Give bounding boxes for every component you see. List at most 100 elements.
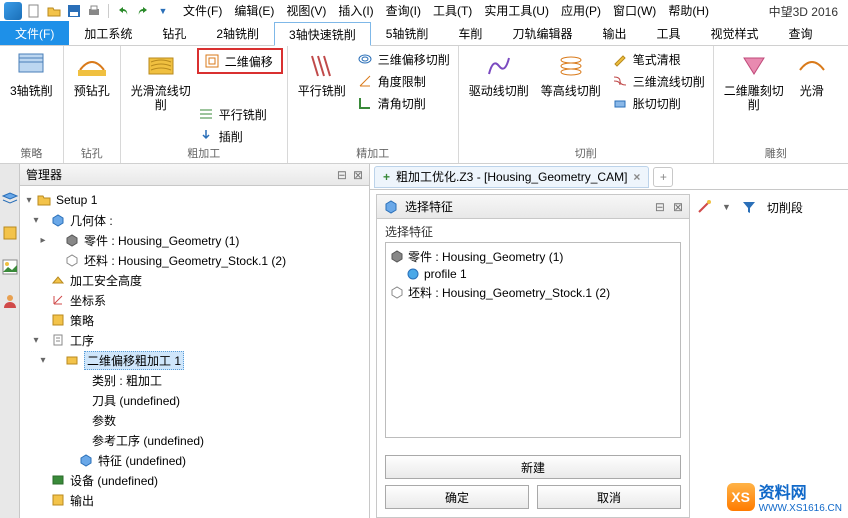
feature-part[interactable]: 零件 : Housing_Geometry (1) bbox=[390, 247, 676, 265]
btn-2d-offset[interactable]: 二维偏移 bbox=[199, 50, 277, 72]
tree-feature[interactable]: 特征 (undefined) bbox=[22, 450, 367, 470]
flow3d-icon bbox=[611, 72, 629, 90]
tree-stock[interactable]: 坯料 : Housing_Geometry_Stock.1 (2) bbox=[22, 250, 367, 270]
feature-stock[interactable]: 坯料 : Housing_Geometry_Stock.1 (2) bbox=[390, 283, 676, 301]
tab-output[interactable]: 输出 bbox=[587, 21, 641, 45]
drive-curve-icon bbox=[483, 50, 515, 82]
tree-operations[interactable]: ▾工序 bbox=[22, 330, 367, 350]
filter-icon[interactable] bbox=[741, 199, 757, 215]
btn-smooth-flow[interactable]: 光滑流线切削 bbox=[125, 48, 197, 114]
btn-3axis-mill[interactable]: 3轴铣削 bbox=[4, 48, 59, 100]
tab-drilling[interactable]: 钻孔 bbox=[147, 21, 201, 45]
tree-csys[interactable]: 坐标系 bbox=[22, 290, 367, 310]
panel-close-icon[interactable]: ⊠ bbox=[353, 168, 363, 182]
menu-tools[interactable]: 工具(T) bbox=[427, 0, 478, 22]
tab-3axis-quick[interactable]: 3轴快速铣削 bbox=[274, 22, 371, 46]
tab-toolpath-editor[interactable]: 刀轨编辑器 bbox=[497, 21, 587, 45]
panel-minimize-icon[interactable]: ⊟ bbox=[337, 168, 347, 182]
feature-list[interactable]: 零件 : Housing_Geometry (1) profile 1 坯料 :… bbox=[385, 242, 681, 438]
tree-part[interactable]: ▸零件 : Housing_Geometry (1) bbox=[22, 230, 367, 250]
menu-file[interactable]: 文件(F) bbox=[177, 0, 228, 22]
btn-corner-clear[interactable]: 清角切削 bbox=[352, 92, 454, 114]
watermark-badge-icon: XS bbox=[727, 483, 755, 511]
tab-visual-style[interactable]: 视觉样式 bbox=[695, 21, 773, 45]
tab-5axis[interactable]: 5轴铣削 bbox=[371, 21, 444, 45]
redo-icon[interactable] bbox=[135, 3, 151, 19]
btn-parallel-finish[interactable]: 平行铣削 bbox=[292, 48, 352, 100]
dialog-close-icon[interactable]: ⊠ bbox=[673, 200, 683, 214]
btn-pencil[interactable]: 笔式清根 bbox=[607, 48, 709, 70]
btn-3d-offset[interactable]: 三维偏移切削 bbox=[352, 48, 454, 70]
btn-contour[interactable]: 等高线切削 bbox=[535, 48, 607, 100]
tree-strategy[interactable]: 策略 bbox=[22, 310, 367, 330]
btn-predrill[interactable]: 预钻孔 bbox=[68, 48, 116, 100]
print-icon[interactable] bbox=[86, 3, 102, 19]
dock-image-icon[interactable] bbox=[1, 258, 19, 276]
menus: 文件(F) 编辑(E) 视图(V) 插入(I) 查询(I) 工具(T) 实用工具… bbox=[177, 0, 715, 22]
btn-parallel-mill[interactable]: 平行铣削 bbox=[193, 103, 271, 125]
btn-2d-engrave[interactable]: 二维雕刻切削 bbox=[718, 48, 790, 114]
open-icon[interactable] bbox=[46, 3, 62, 19]
feature-profile[interactable]: profile 1 bbox=[390, 265, 676, 283]
tree-op-2d-offset[interactable]: ▾二维偏移粗加工 1 bbox=[22, 350, 367, 370]
qat-dropdown-icon[interactable]: ▼ bbox=[155, 3, 171, 19]
tree-category[interactable]: 类别 : 粗加工 bbox=[22, 370, 367, 390]
side-pane: ▼ 切削段 XS 资料网 WWW.XS1616.CN bbox=[690, 190, 848, 518]
dock-box-icon[interactable] bbox=[1, 224, 19, 242]
menu-utility[interactable]: 实用工具(U) bbox=[478, 0, 555, 22]
new-icon[interactable] bbox=[26, 3, 42, 19]
btn-smooth[interactable]: 光滑 bbox=[790, 48, 834, 100]
document-tab[interactable]: + 粗加工优化.Z3 - [Housing_Geometry_CAM] × bbox=[374, 166, 649, 188]
undo-icon[interactable] bbox=[115, 3, 131, 19]
corner-icon bbox=[356, 94, 374, 112]
btn-plunge[interactable]: 插削 bbox=[193, 125, 271, 147]
tree-output[interactable]: 输出 bbox=[22, 490, 367, 510]
tree-geometry[interactable]: ▾几何体 : bbox=[22, 210, 367, 230]
btn-rest-cut[interactable]: 胀切切削 bbox=[607, 92, 709, 114]
tree-params[interactable]: 参数 bbox=[22, 410, 367, 430]
menu-help[interactable]: 帮助(H) bbox=[662, 0, 715, 22]
dropdown-icon[interactable]: ▼ bbox=[722, 202, 731, 212]
btn-drive-curve[interactable]: 驱动线切削 bbox=[463, 48, 535, 100]
dock-user-icon[interactable] bbox=[1, 292, 19, 310]
add-tab-button[interactable]: + bbox=[653, 167, 673, 187]
wand-icon[interactable] bbox=[696, 199, 712, 215]
dock-layers-icon[interactable] bbox=[1, 190, 19, 208]
tab-query-ribbon[interactable]: 查询 bbox=[774, 21, 828, 45]
offset-icon bbox=[203, 52, 221, 70]
menu-app[interactable]: 应用(P) bbox=[555, 0, 607, 22]
btn-3d-flow[interactable]: 三维流线切削 bbox=[607, 70, 709, 92]
close-tab-icon[interactable]: × bbox=[633, 170, 640, 184]
tree-safe-height[interactable]: 加工安全高度 bbox=[22, 270, 367, 290]
brand-label: 中望3D 2016 bbox=[769, 3, 844, 20]
save-icon[interactable] bbox=[66, 3, 82, 19]
device-icon bbox=[50, 472, 66, 488]
tab-tools-ribbon[interactable]: 工具 bbox=[641, 21, 695, 45]
ribbon-group-roughing: 光滑流线切削 二维偏移 平行铣削 插削 bbox=[121, 46, 288, 163]
ribbon: 3轴铣削 策略 预钻孔 钻孔 光滑流线切削 二维偏移 bbox=[0, 46, 848, 164]
tree-ref-op[interactable]: 参考工序 (undefined) bbox=[22, 430, 367, 450]
tree-device[interactable]: 设备 (undefined) bbox=[22, 470, 367, 490]
profile-icon bbox=[406, 267, 420, 281]
tab-file[interactable]: 文件(F) bbox=[0, 21, 69, 45]
tree-setup[interactable]: ▾Setup 1 bbox=[22, 190, 367, 210]
tree-tool[interactable]: 刀具 (undefined) bbox=[22, 390, 367, 410]
menu-view[interactable]: 视图(V) bbox=[280, 0, 332, 22]
dialog-minimize-icon[interactable]: ⊟ bbox=[655, 200, 665, 214]
engrave-icon bbox=[738, 50, 770, 82]
tab-machining-system[interactable]: 加工系统 bbox=[69, 21, 147, 45]
group-label: 切削 bbox=[463, 147, 709, 163]
tab-2axis[interactable]: 2轴铣削 bbox=[201, 21, 274, 45]
menu-insert[interactable]: 插入(I) bbox=[332, 0, 379, 22]
menu-window[interactable]: 窗口(W) bbox=[607, 0, 662, 22]
cancel-button[interactable]: 取消 bbox=[537, 485, 681, 509]
menu-edit[interactable]: 编辑(E) bbox=[228, 0, 280, 22]
btn-angle-limit[interactable]: 角度限制 bbox=[352, 70, 454, 92]
menu-query[interactable]: 查询(I) bbox=[380, 0, 427, 22]
btn-label: 角度限制 bbox=[378, 73, 426, 90]
new-button[interactable]: 新建 bbox=[385, 455, 681, 479]
part-icon bbox=[390, 249, 404, 263]
watermark-title: 资料网 bbox=[759, 479, 842, 503]
tab-turning[interactable]: 车削 bbox=[443, 21, 497, 45]
ok-button[interactable]: 确定 bbox=[385, 485, 529, 509]
